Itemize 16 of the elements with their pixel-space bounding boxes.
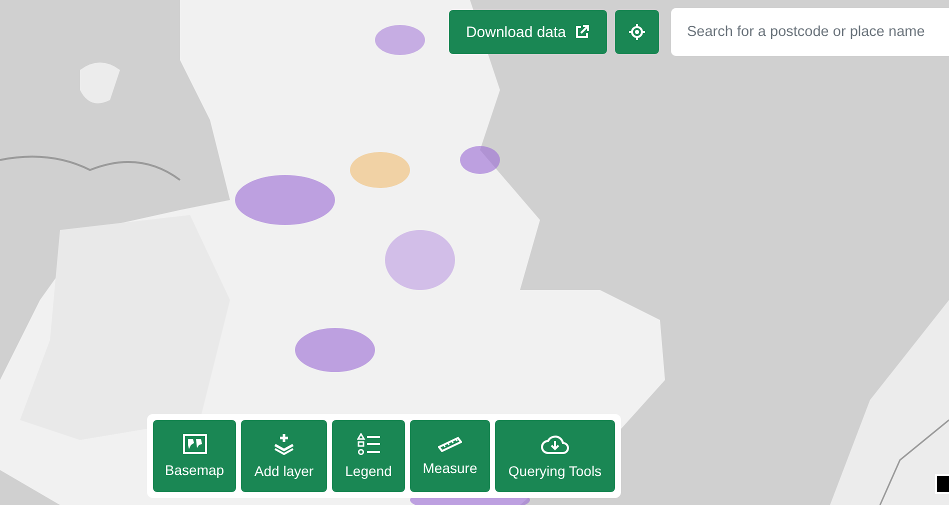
add-layer-icon <box>272 433 296 455</box>
download-button[interactable]: Download data <box>449 10 607 54</box>
crosshair-icon <box>629 24 645 40</box>
world-map-icon <box>182 434 206 454</box>
cloud-download-icon <box>541 433 569 455</box>
corner-widget <box>935 474 949 494</box>
toolbar-button[interactable]: Querying Tools <box>495 420 615 492</box>
external-link-icon <box>574 24 590 40</box>
locate-button[interactable] <box>615 10 659 54</box>
legend-icon <box>356 433 380 455</box>
toolbar-button[interactable]: Measure <box>410 420 490 492</box>
toolbar-button[interactable]: Legend <box>332 420 405 492</box>
toolbar-button[interactable]: Add layer <box>241 420 327 492</box>
search-field[interactable]: Search for a postcode or place name <box>671 8 949 56</box>
ruler-icon <box>438 436 462 452</box>
toolbar-button[interactable]: Basemap <box>153 420 236 492</box>
